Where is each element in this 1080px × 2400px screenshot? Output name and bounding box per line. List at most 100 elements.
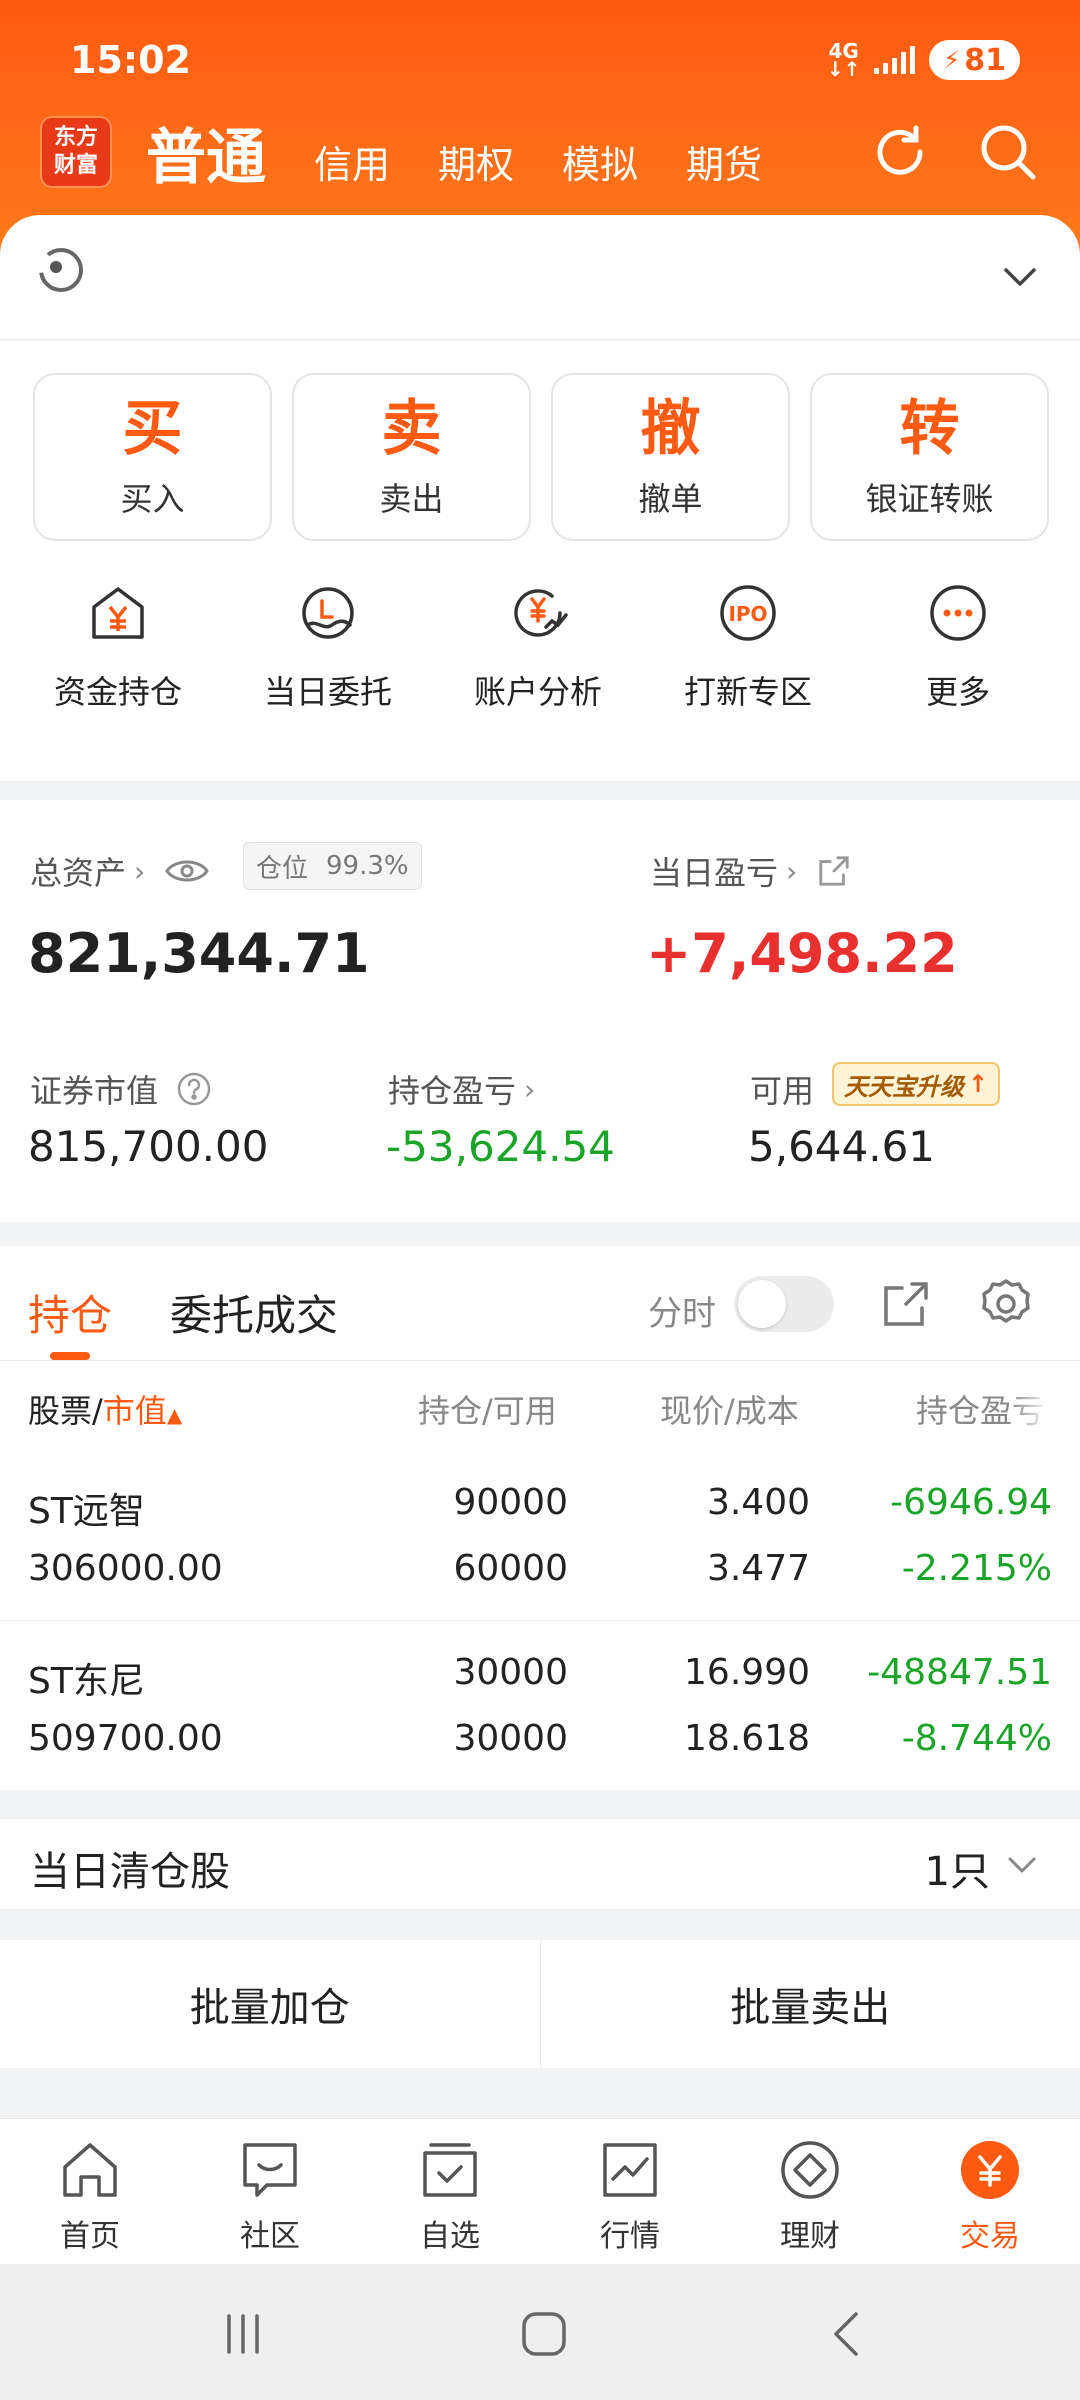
network-icon: 4G ↓↑ (826, 39, 861, 81)
sell-button[interactable]: 卖 卖出 (292, 373, 531, 541)
tab-normal[interactable]: 普通 (146, 109, 266, 196)
trade-yuan-icon (961, 2141, 1019, 2199)
daily-pl-link[interactable]: 当日盈亏 › (650, 848, 851, 894)
nav-community[interactable]: 社区 (180, 2119, 360, 2264)
account-analysis-entry[interactable]: 账户分析 (433, 581, 643, 713)
stock-price: 16.990 (684, 1652, 810, 1693)
available-label: 可用 (750, 1072, 815, 1110)
share-out-icon[interactable] (817, 854, 851, 888)
cancel-order-button[interactable]: 撤 撤单 (551, 373, 790, 541)
battery-icon: ⚡ 81 (929, 40, 1020, 80)
wallet-yuan-icon (92, 587, 144, 639)
fenshi-label: 分时 (648, 1294, 716, 1334)
nav-market[interactable]: 行情 (540, 2119, 720, 2264)
tab-simulation[interactable]: 模拟 (562, 134, 638, 189)
cleared-label: 当日清仓股 (30, 1849, 230, 1895)
active-tab-indicator (50, 1352, 90, 1360)
stock-cost: 3.477 (706, 1548, 810, 1589)
total-assets-link[interactable]: 总资产 › (30, 848, 210, 894)
tab-orders-deals[interactable]: 委托成交 (170, 1282, 338, 1343)
buy-button[interactable]: 买 买入 (33, 373, 272, 541)
ipo-icon: IPO (720, 585, 776, 641)
stock-pl-pct: -8.744% (901, 1718, 1052, 1759)
svg-text:IPO: IPO (728, 602, 767, 626)
position-ratio-badge: 仓位 99.3% (243, 842, 422, 890)
available-value: 5,644.61 (748, 1122, 936, 1171)
action-panel: 买 买入 卖 卖出 撤 撤单 转 银证转账 资金持仓 当日委托 账户分析 IPO… (0, 341, 1080, 781)
stock-pl-pct: -2.215% (901, 1548, 1052, 1589)
holdings-panel: 持仓 委托成交 分时 股票/市值▲ 持仓/可用 现价/成本 持仓盈亏 ST远智 … (0, 1246, 1080, 1790)
stock-cost: 18.618 (684, 1718, 810, 1759)
chevron-right-icon: › (524, 1072, 536, 1106)
tab-options[interactable]: 期权 (438, 134, 514, 189)
holding-pl-link[interactable]: 持仓盈亏 › (388, 1066, 535, 1112)
holding-pl-value: -53,624.54 (386, 1122, 615, 1171)
stock-available: 60000 (453, 1548, 568, 1589)
status-bar: 15:02 4G ↓↑ ⚡ 81 (70, 30, 1020, 90)
ipo-zone-entry[interactable]: IPO 打新专区 (643, 581, 853, 713)
tab-holdings[interactable]: 持仓 (28, 1282, 112, 1343)
diamond-icon (781, 2141, 839, 2199)
watchlist-icon (423, 2143, 477, 2197)
nav-wealth[interactable]: 理财 (720, 2119, 900, 2264)
batch-actions: 批量加仓 批量卖出 (0, 1940, 1080, 2068)
stock-name: ST远智 (28, 1491, 145, 1532)
trade-nav: 东方财富 普通 信用 期权 模拟 期货 (42, 112, 1040, 193)
batch-sell-button[interactable]: 批量卖出 (541, 1940, 1080, 2068)
stock-position: 30000 (453, 1652, 568, 1693)
daily-orders-entry[interactable]: 当日委托 (223, 581, 433, 713)
share-icon[interactable] (878, 1276, 934, 1332)
chevron-down-icon[interactable] (1000, 257, 1040, 297)
fenshi-toggle[interactable] (734, 1276, 834, 1332)
asset-summary: 总资产 › 仓位 99.3% 821,344.71 当日盈亏 › +7,498.22 … (0, 800, 1080, 1222)
cleared-count: 1只 (924, 1849, 990, 1895)
more-icon (930, 585, 986, 641)
col-stock-header[interactable]: 股票/市值▲ (28, 1386, 182, 1432)
nav-trade[interactable]: 交易 (900, 2119, 1080, 2264)
search-icon[interactable] (976, 120, 1040, 184)
stock-market-value: 306000.00 (28, 1548, 223, 1589)
stock-name: ST东尼 (28, 1661, 145, 1702)
back-icon[interactable] (820, 2306, 876, 2362)
funds-holdings-entry[interactable]: 资金持仓 (13, 581, 223, 713)
system-nav-bar (0, 2264, 1080, 2400)
market-value-label: 证券市值 (30, 1066, 212, 1112)
nav-watchlist[interactable]: 自选 (360, 2119, 540, 2264)
refresh-icon[interactable] (868, 120, 932, 184)
ttb-upgrade-badge[interactable]: 天天宝升级 ↑ (832, 1062, 1001, 1106)
stock-market-value: 509700.00 (28, 1718, 223, 1759)
tab-credit[interactable]: 信用 (314, 134, 390, 189)
app-logo[interactable]: 东方财富 (42, 118, 110, 186)
sort-icon: ▲ (166, 1403, 183, 1427)
stock-available: 30000 (453, 1718, 568, 1759)
recent-apps-icon[interactable] (215, 2306, 271, 2362)
row-divider (0, 1620, 1080, 1621)
holdings-tabs: 持仓 委托成交 分时 (0, 1246, 1080, 1361)
chevron-right-icon: › (786, 854, 798, 888)
home-button-icon[interactable] (516, 2306, 572, 2362)
chart-icon (603, 2143, 657, 2197)
nav-home[interactable]: 首页 (0, 2119, 180, 2264)
stock-pl: -48847.51 (867, 1652, 1052, 1693)
chevron-right-icon: › (134, 854, 146, 888)
chat-icon (243, 2143, 297, 2197)
bank-transfer-button[interactable]: 转 银证转账 (810, 373, 1049, 541)
tab-futures[interactable]: 期货 (686, 134, 762, 189)
eye-icon[interactable] (165, 856, 210, 886)
home-icon (63, 2143, 117, 2197)
cleared-stocks-row[interactable]: 当日清仓股 1只 (0, 1819, 1080, 1909)
chevron-down-icon[interactable] (1004, 1847, 1040, 1883)
order-icon (302, 587, 354, 639)
bottom-nav: 首页 社区 自选 行情 理财 交易 (0, 2118, 1080, 2264)
stock-pl: -6946.94 (890, 1482, 1052, 1523)
help-icon[interactable] (176, 1071, 212, 1107)
batch-add-button[interactable]: 批量加仓 (0, 1940, 541, 2068)
more-entry[interactable]: 更多 (853, 581, 1063, 713)
account-avatar-icon (39, 248, 83, 292)
account-selector[interactable] (0, 215, 1080, 340)
gear-icon[interactable] (978, 1276, 1034, 1332)
stock-price: 3.400 (706, 1482, 810, 1523)
status-time: 15:02 (70, 38, 191, 82)
stock-position: 90000 (453, 1482, 568, 1523)
col-pl-header: 持仓盈亏 (916, 1392, 1045, 1430)
